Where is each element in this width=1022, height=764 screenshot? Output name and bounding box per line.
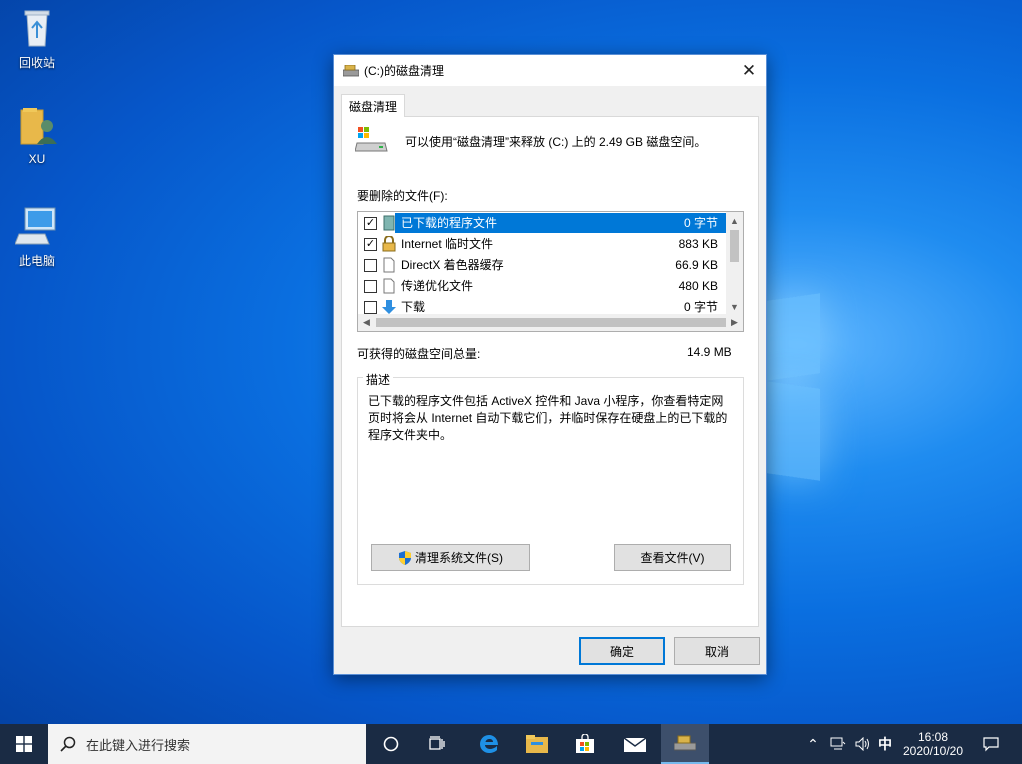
- file-checkbox[interactable]: [364, 300, 377, 314]
- total-space-label: 可获得的磁盘空间总量:: [357, 347, 481, 361]
- task-view-icon: [429, 736, 445, 750]
- file-size: 0 字节: [683, 300, 718, 314]
- clock-time: 16:08: [917, 730, 949, 744]
- file-icon: [381, 257, 397, 273]
- file-checkbox[interactable]: [364, 258, 377, 272]
- taskbar-search-box[interactable]: 在此键入进行搜索: [48, 724, 366, 764]
- action-center-button[interactable]: [976, 724, 1006, 764]
- taskbar-file-explorer-button[interactable]: [514, 724, 560, 764]
- list-item[interactable]: 传递优化文件 480 KB: [359, 276, 726, 296]
- desktop-icon-recycle-bin[interactable]: 回收站: [0, 6, 74, 71]
- folder-icon: [526, 735, 548, 753]
- edge-icon: [480, 735, 498, 753]
- file-name: DirectX 着色器缓存: [401, 258, 504, 272]
- total-space-value: 14.9 MB: [687, 345, 732, 359]
- volume-tray-button[interactable]: [851, 724, 875, 764]
- wallpaper-logo-pane: [767, 293, 820, 381]
- info-row: 可以使用“磁盘清理”来释放 (C:) 上的 2.49 GB 磁盘空间。: [354, 127, 707, 155]
- mail-icon: [624, 737, 646, 752]
- description-text: 已下载的程序文件包括 ActiveX 控件和 Java 小程序，你查看特定网页时…: [368, 394, 728, 442]
- file-checkbox[interactable]: ✓: [364, 237, 377, 251]
- files-to-delete-label: 要删除的文件(F):: [357, 189, 448, 203]
- taskbar-disk-cleanup-button[interactable]: [661, 724, 709, 764]
- file-size: 66.9 KB: [675, 258, 718, 272]
- close-icon: ✕: [741, 60, 757, 80]
- desktop-icon-label: 此电脑: [18, 254, 55, 268]
- window-title: (C:)的磁盘清理: [364, 64, 444, 78]
- wallpaper-logo-pane: [767, 381, 820, 481]
- desktop-icon-label: 回收站: [18, 56, 55, 70]
- download-arrow-icon: [381, 299, 397, 315]
- title-bar[interactable]: (C:)的磁盘清理 ✕: [334, 55, 766, 86]
- file-name: 下载: [401, 300, 426, 314]
- cleanup-system-files-button[interactable]: 清理系统文件(S): [371, 544, 530, 571]
- vertical-scrollbar[interactable]: ▲ ▼: [726, 212, 743, 315]
- desktop-icon-label: XU: [28, 152, 46, 166]
- taskbar-store-button[interactable]: [562, 724, 608, 764]
- ok-button[interactable]: 确定: [579, 637, 665, 665]
- close-button[interactable]: ✕: [732, 55, 766, 86]
- file-checkbox[interactable]: [364, 279, 377, 293]
- cortana-circle-icon: [383, 736, 399, 752]
- check-icon: ✓: [365, 216, 376, 229]
- network-icon: [830, 737, 846, 750]
- button-label: 清理系统文件(S): [415, 551, 503, 565]
- check-icon: ✓: [365, 237, 376, 250]
- program-files-icon: [381, 215, 397, 231]
- computer-icon: [14, 204, 59, 248]
- file-size: 480 KB: [678, 279, 718, 293]
- file-icon: [381, 278, 397, 294]
- cancel-button[interactable]: 取消: [674, 637, 760, 665]
- clock[interactable]: 16:08 2020/10/20: [896, 724, 970, 764]
- disk-cleanup-icon: [674, 735, 696, 751]
- lock-icon: [381, 235, 397, 252]
- taskbar: 在此键入进行搜索 ⌃ 中 16:08 2020/10/20: [0, 724, 1022, 764]
- file-checkbox[interactable]: ✓: [364, 216, 377, 230]
- file-size: 0 字节: [683, 216, 718, 230]
- desktop-icon-user-folder[interactable]: XU: [0, 104, 74, 166]
- uac-shield-icon: [398, 550, 412, 565]
- disk-cleanup-icon: [342, 64, 360, 77]
- free-space-info: 可以使用“磁盘清理”来释放 (C:) 上的 2.49 GB 磁盘空间。: [405, 134, 707, 149]
- ime-indicator[interactable]: 中: [874, 724, 896, 764]
- scroll-thumb[interactable]: [376, 318, 726, 327]
- notification-icon: [983, 737, 999, 752]
- start-button[interactable]: [0, 724, 48, 764]
- clock-date: 2020/10/20: [902, 744, 964, 758]
- show-hidden-icons-button[interactable]: ⌃: [802, 724, 824, 764]
- scroll-right-icon[interactable]: ▶: [726, 314, 743, 331]
- description-title: 描述: [363, 371, 394, 388]
- scroll-up-icon[interactable]: ▲: [726, 212, 743, 229]
- search-placeholder: 在此键入进行搜索: [86, 737, 191, 753]
- chevron-up-icon: ⌃: [807, 735, 819, 752]
- cortana-button[interactable]: [368, 724, 414, 764]
- file-name: Internet 临时文件: [401, 237, 494, 251]
- list-item[interactable]: ✓ Internet 临时文件 883 KB: [359, 234, 726, 254]
- tab-disk-cleanup[interactable]: 磁盘清理: [341, 94, 405, 117]
- windows-start-icon: [16, 736, 32, 752]
- files-list[interactable]: ✓ 已下载的程序文件 0 字节 ✓ Internet 临时文件 883 KB D…: [357, 211, 744, 332]
- list-item[interactable]: DirectX 着色器缓存 66.9 KB: [359, 255, 726, 275]
- file-name: 传递优化文件: [401, 279, 474, 293]
- scroll-down-icon[interactable]: ▼: [726, 298, 743, 315]
- taskbar-edge-button[interactable]: [466, 724, 512, 764]
- ime-label: 中: [878, 736, 892, 752]
- list-item[interactable]: ✓ 已下载的程序文件 0 字节: [359, 213, 726, 233]
- file-name: 已下载的程序文件: [399, 213, 500, 233]
- volume-icon: [855, 737, 869, 751]
- drive-icon: [354, 127, 389, 155]
- store-bag-icon: [576, 734, 594, 753]
- scroll-left-icon[interactable]: ◀: [358, 314, 375, 331]
- network-tray-button[interactable]: [826, 724, 850, 764]
- desktop-icon-this-pc[interactable]: 此电脑: [0, 204, 74, 269]
- taskbar-mail-button[interactable]: [612, 724, 658, 764]
- file-size: 883 KB: [678, 237, 718, 251]
- view-files-button[interactable]: 查看文件(V): [614, 544, 731, 571]
- search-icon: [60, 736, 76, 752]
- scroll-thumb[interactable]: [730, 230, 739, 262]
- user-folder-icon: [15, 104, 59, 148]
- recycle-bin-icon: [15, 6, 59, 50]
- task-view-button[interactable]: [414, 724, 460, 764]
